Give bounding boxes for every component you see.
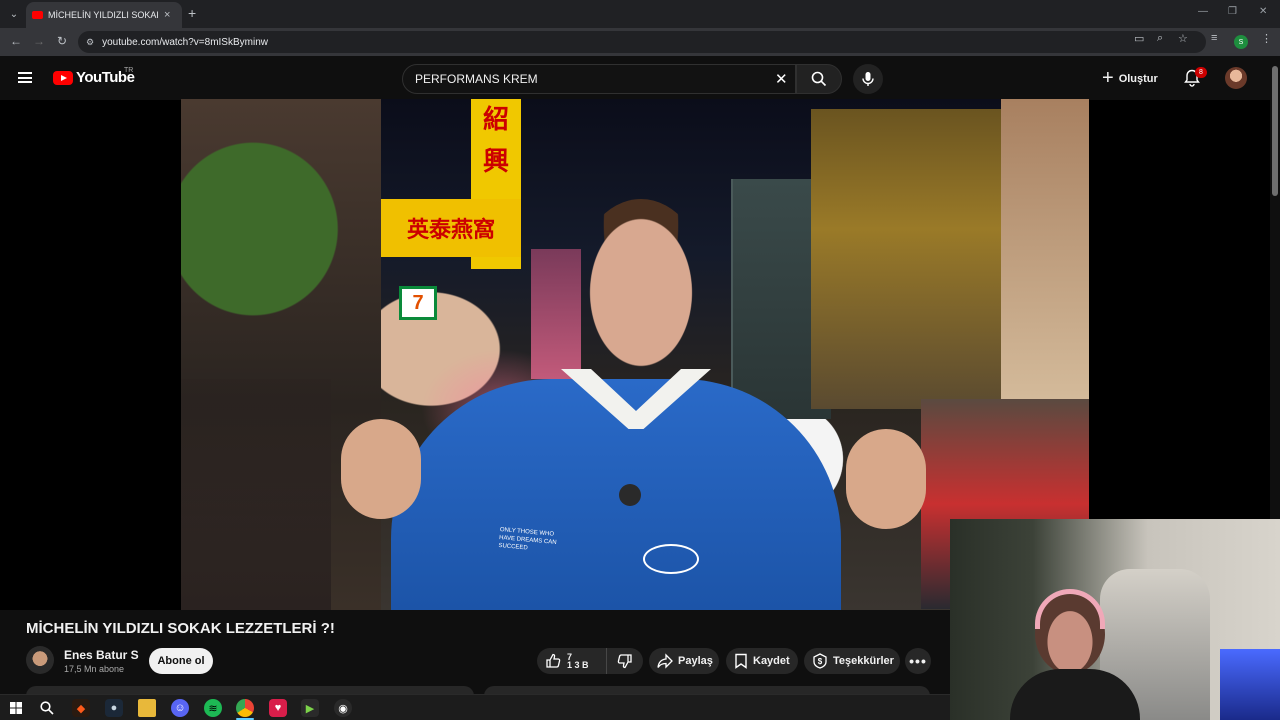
thanks-button[interactable]: $ Teşekkürler bbox=[804, 648, 900, 674]
page-scrollbar-thumb[interactable] bbox=[1272, 66, 1278, 196]
tree-foliage bbox=[181, 119, 361, 339]
country-code: TR bbox=[124, 67, 134, 74]
new-tab-button[interactable]: + bbox=[188, 5, 196, 21]
clear-search-icon[interactable]: ✕ bbox=[775, 70, 788, 88]
billboard bbox=[531, 249, 581, 379]
dislike-button[interactable] bbox=[607, 653, 633, 669]
maximize-button[interactable]: ❐ bbox=[1228, 6, 1237, 17]
minimize-button[interactable]: — bbox=[1198, 6, 1208, 17]
address-bar[interactable]: ⚙ youtube.com/watch?v=8mISkByminw bbox=[78, 31, 1206, 53]
search-box[interactable] bbox=[402, 64, 796, 94]
browser-toolbar: ← → ↻ ⚙ youtube.com/watch?v=8mISkByminw … bbox=[0, 28, 1280, 56]
browser-menu-icon[interactable]: ⋮ bbox=[1261, 32, 1272, 45]
search-input[interactable] bbox=[415, 72, 755, 86]
subscribe-button[interactable]: Abone ol bbox=[149, 648, 213, 674]
green-app-icon[interactable]: ▶ bbox=[301, 699, 319, 717]
gold-building bbox=[811, 109, 1031, 409]
like-button[interactable]: 7 1 3 B bbox=[537, 648, 607, 674]
thumbs-down-icon bbox=[617, 654, 632, 669]
tab-close-icon[interactable]: × bbox=[164, 9, 170, 21]
bookmark-icon bbox=[735, 653, 747, 669]
taskbar-search-icon[interactable] bbox=[38, 699, 56, 717]
subscriber-count: 17,5 Mn abone bbox=[64, 664, 125, 674]
microphone-icon bbox=[862, 72, 874, 86]
super-thanks-icon: $ bbox=[813, 653, 827, 669]
thumbs-up-icon bbox=[546, 653, 561, 668]
profile-avatar[interactable]: S bbox=[1234, 35, 1248, 49]
cast-icon[interactable]: ▭ bbox=[1134, 32, 1144, 45]
youtube-logo-icon[interactable] bbox=[53, 71, 73, 85]
share-button[interactable]: Paylaş bbox=[649, 648, 719, 674]
crowd bbox=[181, 379, 331, 610]
svg-text:$: $ bbox=[818, 657, 823, 666]
channel-name[interactable]: Enes Batur S bbox=[64, 648, 139, 662]
right-fist bbox=[846, 429, 926, 529]
brave-browser-icon[interactable]: ◆ bbox=[72, 699, 90, 717]
chrome-icon[interactable] bbox=[236, 699, 254, 717]
red-app-icon[interactable]: ♥ bbox=[269, 699, 287, 717]
more-actions-button[interactable]: ••• bbox=[905, 648, 931, 674]
voice-search-button[interactable] bbox=[853, 64, 883, 94]
youtube-header: YouTube TR ✕ + Oluştur 8 bbox=[0, 56, 1280, 100]
windows-taskbar: ◆ ● ☺ ≋ ♥ ▶ ◉ bbox=[0, 694, 950, 720]
account-avatar[interactable] bbox=[1225, 67, 1247, 89]
reload-icon[interactable]: ↻ bbox=[57, 34, 67, 48]
left-fist bbox=[341, 419, 421, 519]
like-count: 7 1 3 B bbox=[567, 652, 589, 670]
discord-icon[interactable]: ☺ bbox=[171, 699, 189, 717]
close-window-button[interactable]: ✕ bbox=[1259, 6, 1267, 17]
windows-start-icon[interactable] bbox=[7, 699, 25, 717]
steam-icon[interactable]: ● bbox=[105, 699, 123, 717]
create-label: Oluştur bbox=[1118, 73, 1158, 85]
site-info-icon[interactable]: ⚙ bbox=[86, 37, 94, 48]
person-head bbox=[576, 199, 706, 369]
seven-eleven-sign: 7 bbox=[399, 286, 437, 320]
webcam-overlay bbox=[950, 519, 1280, 720]
youtube-favicon-icon bbox=[32, 11, 43, 19]
share-arrow-icon bbox=[657, 653, 673, 669]
notification-count-badge: 8 bbox=[1195, 67, 1207, 78]
bookmark-star-icon[interactable]: ☆ bbox=[1178, 32, 1188, 45]
zoom-icon[interactable]: ⌕ bbox=[1157, 32, 1163, 45]
browser-tab-bar: ⌄ MİCHELİN YILDIZLI SOKAK LEZZ × + — ❐ ✕ bbox=[0, 0, 1280, 28]
right-building bbox=[1001, 99, 1089, 429]
search-icon bbox=[811, 71, 827, 87]
tab-title: MİCHELİN YILDIZLI SOKAK LEZZ bbox=[48, 10, 158, 20]
channel-avatar[interactable] bbox=[26, 646, 54, 674]
file-explorer-icon[interactable] bbox=[138, 699, 156, 717]
video-title: MİCHELİN YILDIZLI SOKAK LEZZETLERİ ?! bbox=[26, 620, 335, 637]
shirt-badge bbox=[643, 544, 699, 574]
lapel-microphone bbox=[619, 484, 641, 506]
rgb-light bbox=[1220, 649, 1280, 720]
reading-list-icon[interactable]: ≡ bbox=[1211, 32, 1217, 44]
yellow-horizontal-sign: 英泰燕窩 bbox=[381, 199, 521, 257]
back-arrow-icon[interactable]: ← bbox=[10, 34, 22, 48]
forward-arrow-icon[interactable]: → bbox=[33, 34, 45, 48]
spotify-icon[interactable]: ≋ bbox=[204, 699, 222, 717]
browser-tab[interactable]: MİCHELİN YILDIZLI SOKAK LEZZ × bbox=[26, 2, 182, 28]
like-dislike-group: 7 1 3 B bbox=[537, 648, 643, 674]
cat-ear-headset bbox=[1035, 589, 1105, 629]
menu-icon[interactable] bbox=[18, 72, 32, 83]
create-button[interactable]: + Oluştur bbox=[1102, 66, 1158, 92]
obs-icon[interactable]: ◉ bbox=[334, 699, 352, 717]
plus-icon: + bbox=[1102, 66, 1114, 89]
url-text[interactable]: youtube.com/watch?v=8mISkByminw bbox=[102, 37, 268, 48]
tab-search-button[interactable]: ⌄ bbox=[4, 4, 24, 24]
save-button[interactable]: Kaydet bbox=[726, 648, 798, 674]
search-button[interactable] bbox=[796, 64, 842, 94]
